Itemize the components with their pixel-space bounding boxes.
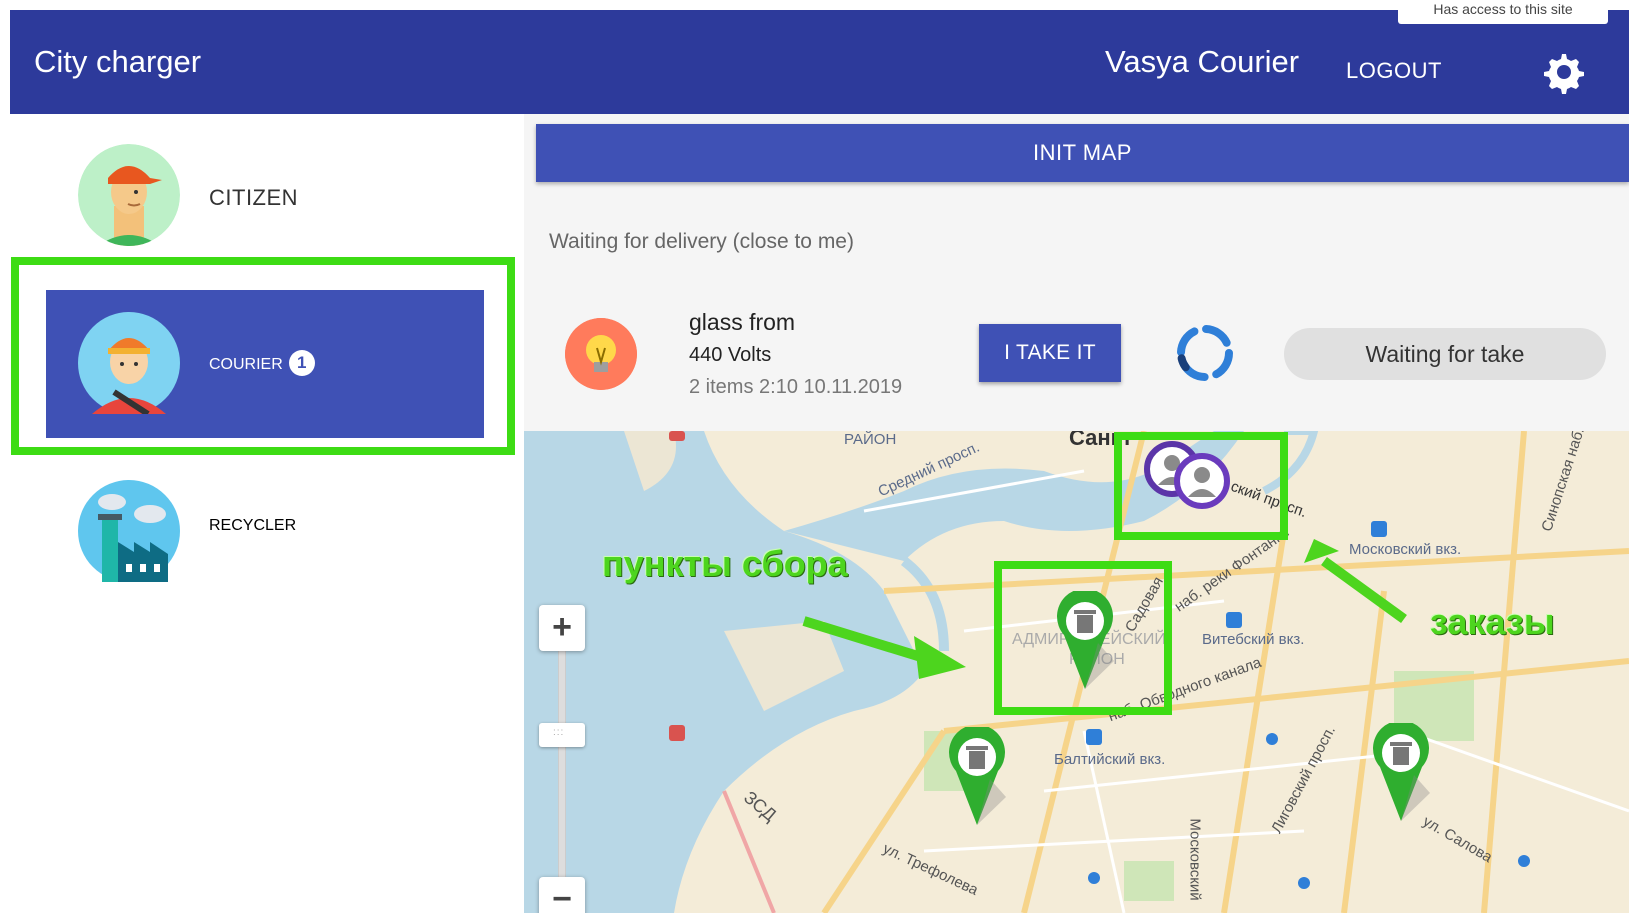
main-panel: INIT MAP Waiting for delivery (close to … — [524, 114, 1629, 913]
zoom-in-button[interactable]: + — [539, 605, 585, 651]
city-map[interactable]: РАЙОН Средний просп. Санкт ский просп. М… — [524, 431, 1629, 913]
factory-avatar-icon — [78, 480, 180, 587]
access-tooltip: Has access to this site — [1398, 0, 1608, 24]
trash-bin-pin-icon[interactable] — [1054, 591, 1116, 691]
courier-highlight-frame — [11, 257, 515, 455]
zoom-slider-track[interactable] — [558, 651, 566, 913]
trash-bin-pin-icon[interactable] — [946, 727, 1008, 827]
role-label-recycler: RECYCLER — [209, 517, 297, 534]
role-label-citizen: CITIZEN — [209, 185, 299, 210]
zoom-out-button[interactable]: − — [539, 877, 585, 913]
zoom-slider-handle[interactable] — [539, 723, 585, 747]
map-label: Московский вкз. — [1349, 541, 1462, 558]
map-label: РАЙОН — [844, 431, 897, 448]
trash-bin-pin-icon[interactable] — [1370, 723, 1432, 823]
order-title: glass from — [689, 309, 796, 335]
map-label: Московский — [1186, 818, 1204, 901]
init-map-button[interactable]: INIT MAP — [536, 124, 1629, 182]
status-chip: Waiting for take — [1284, 328, 1606, 380]
citizen-avatar-icon — [78, 144, 180, 246]
app-title: City charger — [34, 44, 202, 79]
order-source: 440 Volts — [689, 344, 772, 366]
top-app-bar: City charger Vasya Courier LOGOUT — [10, 10, 1629, 114]
section-title: Waiting for delivery (close to me) — [549, 230, 854, 253]
take-order-button[interactable]: I TAKE IT — [979, 324, 1121, 382]
user-name: Vasya Courier — [1105, 44, 1300, 79]
map-label: Витебский вкз. — [1202, 631, 1305, 648]
logout-button[interactable]: LOGOUT — [1346, 58, 1442, 84]
map-label: Балтийский вкз. — [1054, 751, 1166, 768]
loading-spinner-icon — [1177, 325, 1233, 381]
order-user-marker[interactable] — [1174, 453, 1230, 509]
lightbulb-icon — [565, 318, 637, 390]
zoom-control: + − — [539, 605, 585, 913]
order-meta: 2 items 2:10 10.11.2019 — [689, 376, 903, 398]
role-sidebar: CITIZEN COURIER 1 RECYCLER — [10, 114, 524, 913]
person-icon — [1188, 467, 1216, 497]
annotation-orders: заказы — [1430, 601, 1555, 642]
annotation-collection-points: пункты сбора — [602, 543, 848, 584]
app-root: City charger Vasya Courier LOGOUT Has ac… — [0, 0, 1629, 913]
gear-icon[interactable] — [1538, 48, 1586, 96]
